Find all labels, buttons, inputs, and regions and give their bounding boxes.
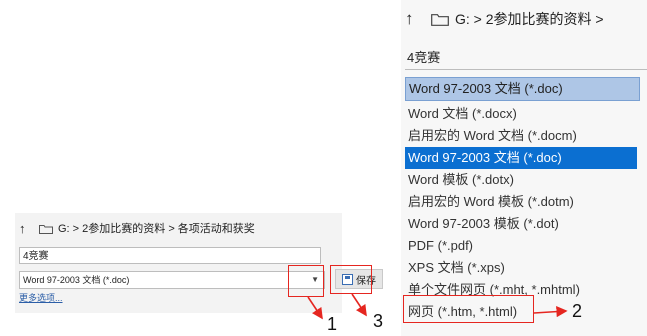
annotation-label-3: 3 [373,311,384,331]
annotation-label-1: 1 [327,314,338,334]
annotation-arrows [307,293,568,320]
annotation-label-2: 2 [572,301,583,321]
